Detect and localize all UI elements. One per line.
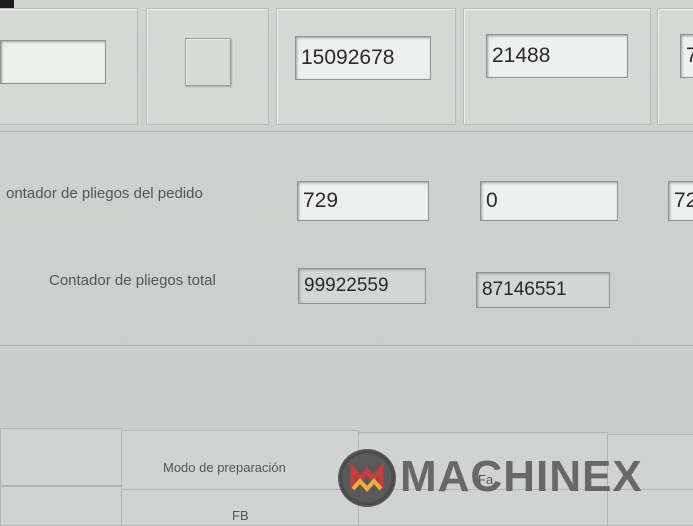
grid-cell-left-bottom[interactable] bbox=[0, 486, 122, 526]
section-divider-top bbox=[0, 131, 693, 132]
machinex-logo-icon bbox=[338, 449, 396, 507]
hmi-screen: 15092678 21488 7 ontador de pliegos del … bbox=[0, 0, 693, 526]
total-counter-value-2: 87146551 bbox=[476, 272, 610, 308]
grid-cell-fb-label: FB bbox=[232, 508, 249, 523]
order-counter-value-2[interactable]: 0 bbox=[480, 181, 618, 221]
top-field-1[interactable] bbox=[0, 40, 106, 84]
top-field-3[interactable]: 21488 bbox=[486, 34, 628, 78]
order-counter-label: ontador de pliegos del pedido bbox=[6, 185, 203, 202]
machinex-watermark: MACHINEX bbox=[400, 452, 643, 501]
top-field-2[interactable]: 15092678 bbox=[295, 36, 431, 80]
mode-prep-label: Modo de preparación bbox=[163, 460, 286, 475]
top-field-4[interactable]: 7 bbox=[680, 34, 693, 78]
section-divider-bottom bbox=[0, 345, 693, 346]
total-counter-value-1: 99922559 bbox=[298, 268, 426, 304]
order-counter-value-3[interactable]: 72 bbox=[668, 181, 693, 221]
order-counter-value-1[interactable]: 729 bbox=[297, 181, 429, 221]
grid-cell-left-top[interactable] bbox=[0, 428, 122, 486]
total-counter-label: Contador de pliegos total bbox=[49, 272, 216, 289]
square-button[interactable] bbox=[185, 38, 231, 86]
machinex-logo-shape bbox=[339, 450, 395, 506]
